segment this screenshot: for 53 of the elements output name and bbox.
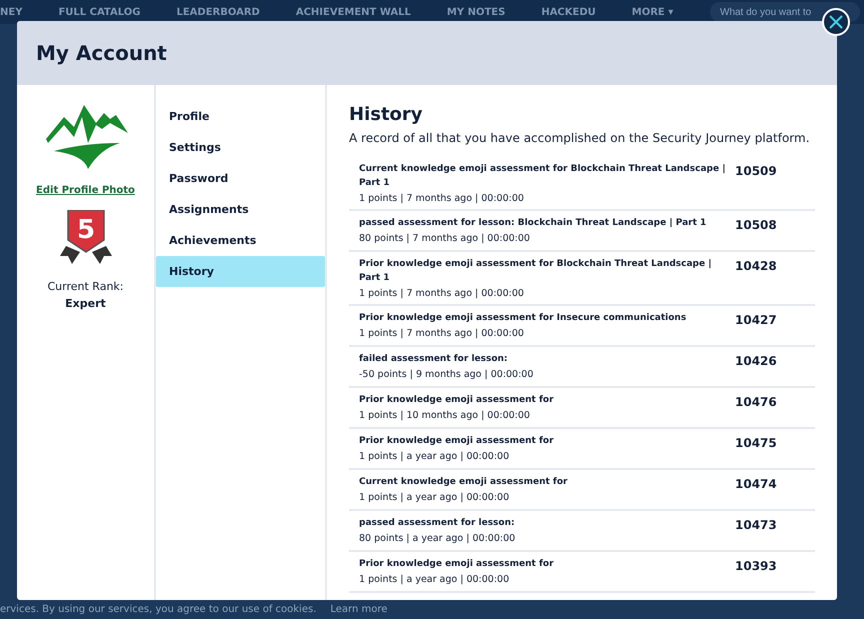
entry-id: 10476 [735,394,778,411]
mountain-logo-icon [44,103,128,171]
cookie-notice: ervices. By using our services, you agree to our use of cookies. [0,604,316,615]
entry-id: 10393 [735,558,778,575]
nav-link[interactable]: ACHIEVEMENT WALL [296,6,411,18]
entry-id: 10427 [735,312,778,329]
entry-id: 10509 [735,163,778,180]
entry-details: 1 points | 7 months ago | 00:00:00 [359,288,525,299]
entry-title: Prior knowledge emoji assessment for [359,394,555,407]
entry-id: 10508 [735,217,778,234]
entry-title: Prior knowledge emoji assessment for [359,435,555,448]
rank-label: Current Rank: [47,280,124,293]
nav-link[interactable]: MORE ▾ [632,6,674,18]
nav-link[interactable]: HACKEDU [541,6,596,18]
entry-title: Prior knowledge emoji assessment for [359,558,555,571]
entry-details: 1 points | a year ago | 00:00:00 [359,492,510,503]
entry-details: 80 points | 7 months ago | 00:00:00 [359,233,531,244]
entry-id: 10474 [735,476,778,493]
entry-id: 10473 [735,517,778,534]
nav-link[interactable]: NEY [0,6,22,18]
entry-title: Current knowledge emoji assessment for Blockchain Threat Landscape | Part 1 [359,163,726,190]
entry-title: passed assessment for lesson: Blockchain Threat Landscape | Part 1 [359,217,708,230]
entry-id: 10428 [735,258,778,275]
entry-details: 80 points | a year ago | 00:00:00 [359,533,516,544]
entry-details: -50 points | 9 months ago | 00:00:00 [359,369,534,380]
entry-id: 10426 [735,353,778,370]
entry-details: 1 points | a year ago | 00:00:00 [359,574,510,585]
entry-title: Prior knowledge emoji assessment for Blockchain Threat Landscape | Part 1 [359,258,713,285]
entry-details: 1 points | 7 months ago | 00:00:00 [359,193,525,204]
learn-more-link[interactable]: Learn more [330,604,388,615]
entry-title: failed assessment for lesson: [359,353,509,366]
section-description: A record of all that you have accomplished on the Security Journey platform. [349,131,811,145]
menu-item[interactable]: Profile [156,101,325,132]
close-icon [829,15,843,29]
rank-value: Expert [65,297,106,310]
entry-details: 1 points | 7 months ago | 00:00:00 [359,328,525,339]
nav-link[interactable]: MY NOTES [446,6,506,18]
menu-item[interactable]: Password [156,163,325,194]
menu-item[interactable]: Achievements [156,225,325,256]
modal-title: My Account [36,41,167,65]
entry-id: 10475 [735,435,778,452]
menu-item[interactable]: Assignments [156,194,325,225]
nav-link[interactable]: LEADERBOARD [176,6,260,18]
entry-title: Prior knowledge emoji assessment for Insecure communications [359,312,688,325]
menu-item[interactable]: History [156,256,325,287]
menu-item[interactable]: Settings [156,132,325,163]
edit-profile-photo-link[interactable]: Edit Profile Photo [36,185,135,196]
section-title: History [349,104,424,125]
entry-title: Current knowledge emoji assessment for [359,476,568,489]
entry-details: 1 points | a year ago | 00:00:00 [359,451,510,462]
entry-details: 1 points | 10 months ago | 00:00:00 [359,410,531,421]
nav-link[interactable]: FULL CATALOG [58,6,140,18]
entry-title: passed assessment for lesson: [359,517,516,530]
